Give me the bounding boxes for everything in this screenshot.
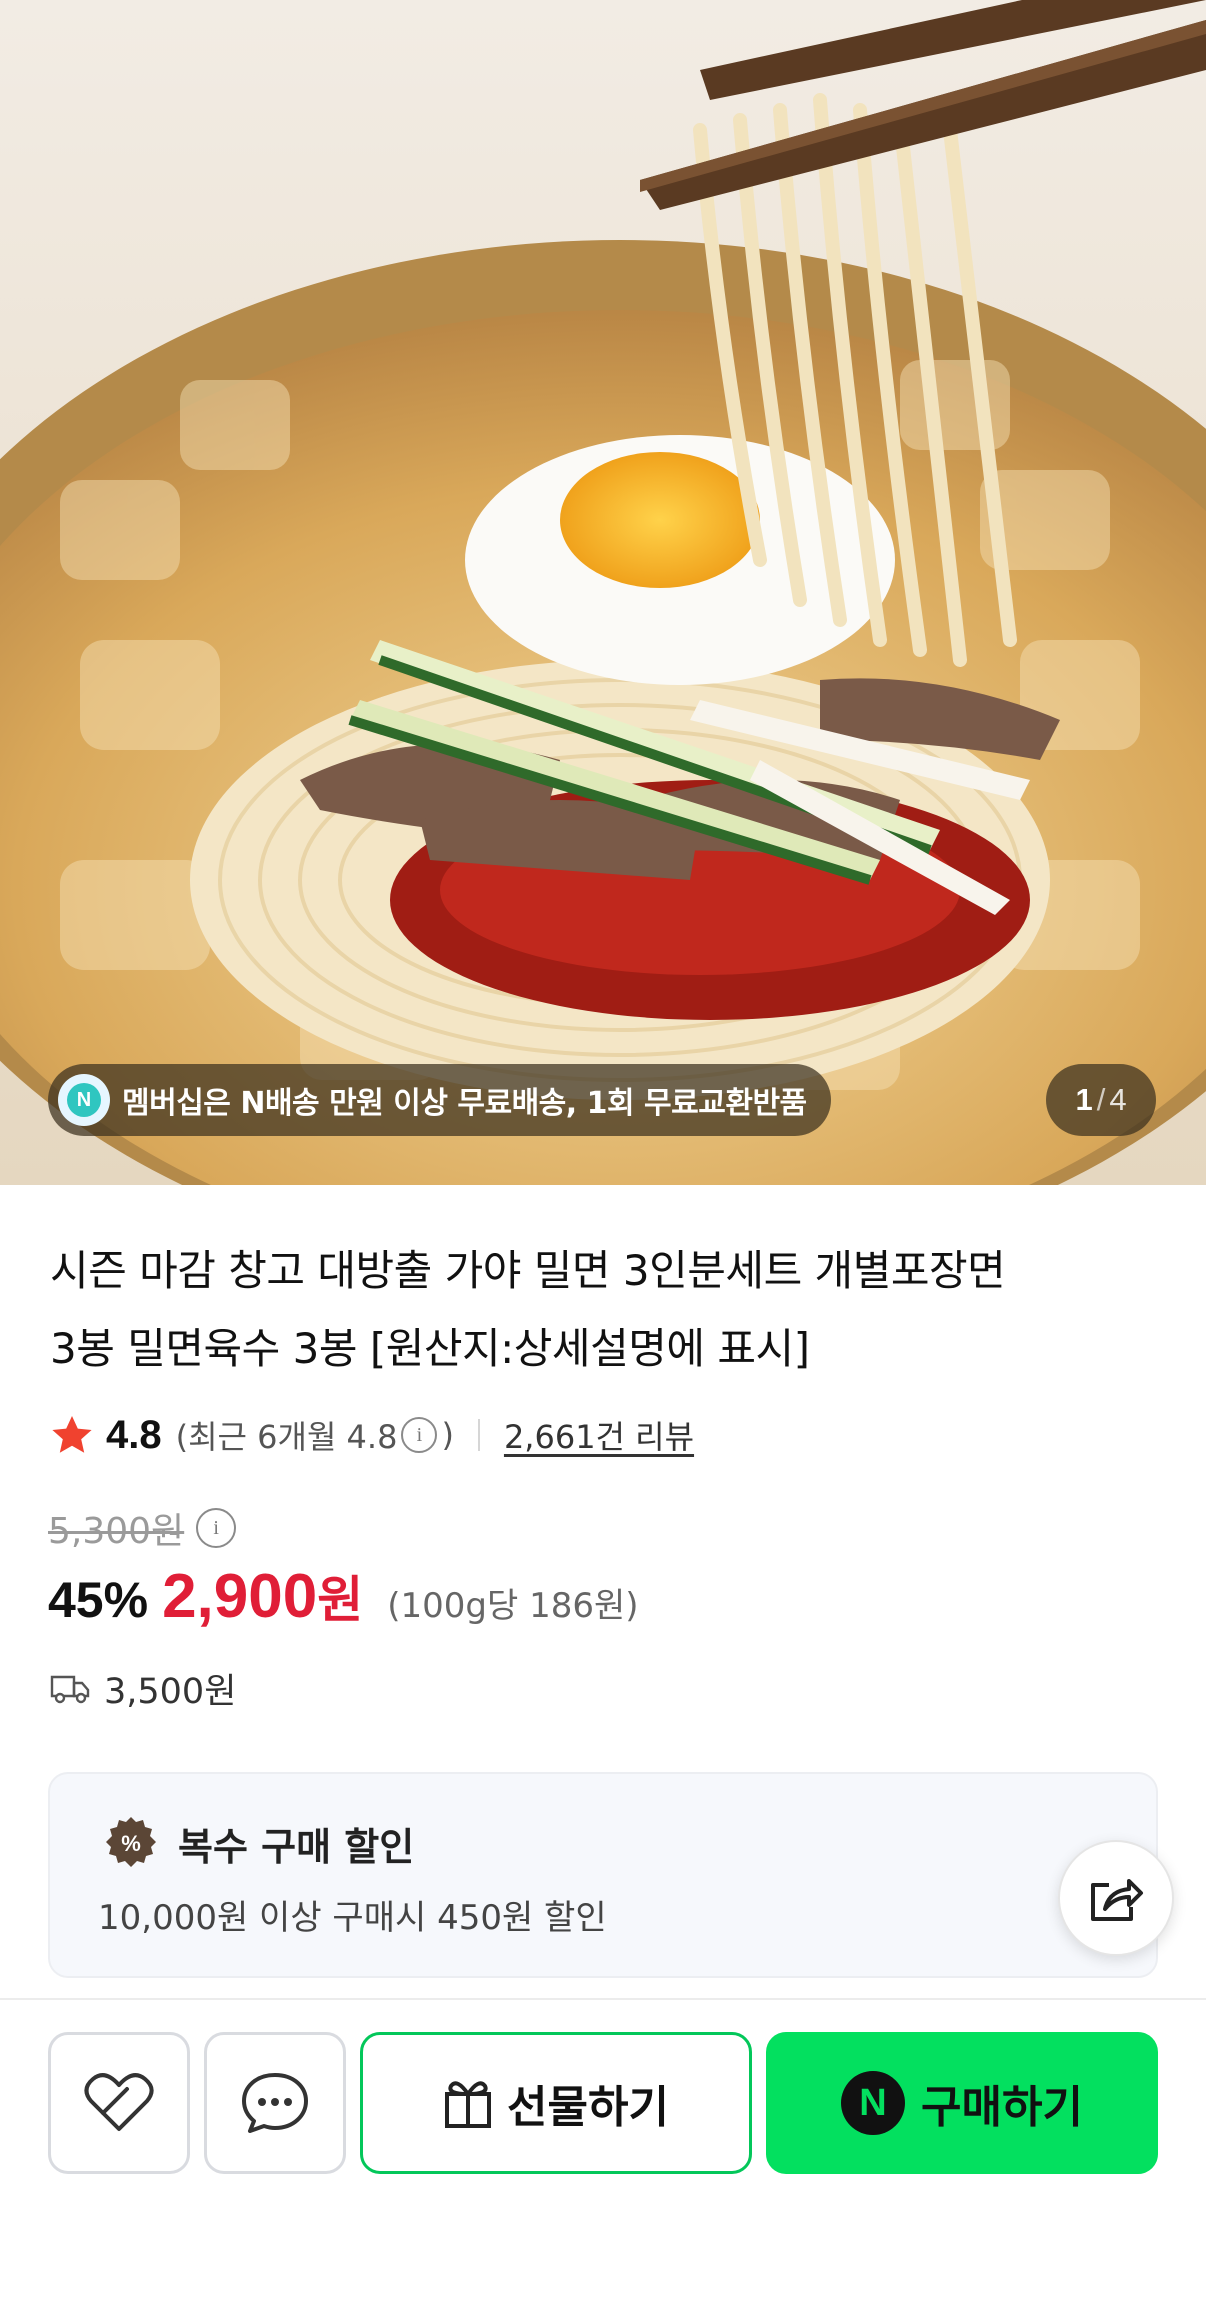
gift-button[interactable]: 선물하기: [360, 2032, 752, 2174]
naver-membership-icon: N: [58, 1074, 110, 1126]
naver-pay-icon: N: [841, 2071, 906, 2135]
noodle-photo: [0, 0, 1206, 1185]
truck-icon: [50, 1675, 90, 1704]
bulk-discount-title: 복수 구매 할인: [178, 1824, 415, 1869]
rating-row: 4.8 (최근 6개월 4.8 i ) 2,661건 리뷰: [48, 1410, 694, 1460]
unit-price: (100g당 186원): [387, 1586, 639, 1626]
membership-banner-text: 멤버십은 N배송 만원 이상 무료배송, 1회 무료교환반품: [122, 1086, 807, 1121]
rating-divider: [477, 1419, 480, 1451]
price-info-icon[interactable]: i: [196, 1508, 237, 1548]
product-title-line-1: 시즌 마감 창고 대방출 가야 밀면 3인분세트 개별포장면: [50, 1246, 1006, 1295]
shipping-fee: 3,500원: [104, 1671, 237, 1712]
product-title: 시즌 마감 창고 대방출 가야 밀면 3인분세트 개별포장면 3봉 밀면육수 3…: [50, 1232, 1150, 1388]
page-current: 1: [1075, 1082, 1093, 1117]
share-button[interactable]: [1058, 1840, 1174, 1956]
gift-icon: [445, 2081, 492, 2128]
star-icon: [52, 1416, 92, 1453]
sale-price: 2,900: [162, 1562, 318, 1631]
chat-bubble-icon: [242, 2073, 308, 2133]
buy-button[interactable]: N 구매하기: [766, 2032, 1158, 2174]
recent-rating[interactable]: (최근 6개월 4.8 i ): [176, 1412, 454, 1458]
bulk-discount-card[interactable]: % 복수 구매 할인 10,000원 이상 구매시 450원 할인: [48, 1772, 1158, 1978]
buy-button-label: 구매하기: [921, 2082, 1083, 2133]
gift-button-label: 선물하기: [507, 2082, 669, 2133]
original-price-value: 5,300원: [48, 1511, 185, 1552]
recent-rating-text: (최근 6개월 4.8: [175, 1418, 398, 1456]
chat-button[interactable]: [204, 2032, 346, 2174]
discount-percent: 45%: [48, 1572, 149, 1628]
product-image[interactable]: N 멤버십은 N배송 만원 이상 무료배송, 1회 무료교환반품 1 / 4: [0, 0, 1206, 1185]
shipping-fee-row: 3,500원: [50, 1666, 236, 1712]
image-page-indicator: 1 / 4: [1046, 1064, 1156, 1136]
membership-banner[interactable]: N 멤버십은 N배송 만원 이상 무료배송, 1회 무료교환반품: [48, 1064, 831, 1136]
membership-badge-letter: N: [67, 1083, 101, 1117]
sale-price-currency: 원: [317, 1571, 364, 1629]
heart-icon: [84, 2073, 154, 2131]
page-total: 4: [1109, 1082, 1127, 1117]
original-price: 5,300원 i: [48, 1502, 240, 1554]
share-icon: [1091, 1879, 1143, 1921]
page-separator: /: [1096, 1082, 1106, 1117]
bulk-discount-description: 10,000원 이상 구매시 450원 할인: [98, 1898, 607, 1938]
product-title-line-2: 3봉 밀면육수 3봉 [원산지:상세설명에 표시]: [50, 1324, 810, 1373]
section-divider: [0, 1998, 1206, 2000]
recent-rating-close: ): [441, 1416, 454, 1454]
wishlist-button[interactable]: [48, 2032, 190, 2174]
rating-score: 4.8: [106, 1412, 162, 1457]
review-count-link[interactable]: 2,661건 리뷰: [504, 1412, 694, 1458]
sale-price-row: 45% 2,900 원 (100g당 186원): [48, 1560, 639, 1634]
bottom-action-bar: 선물하기 N 구매하기: [48, 2032, 1158, 2174]
info-icon[interactable]: i: [401, 1417, 438, 1453]
discount-badge-icon: %: [106, 1817, 156, 1867]
discount-badge-glyph: %: [121, 1831, 141, 1856]
